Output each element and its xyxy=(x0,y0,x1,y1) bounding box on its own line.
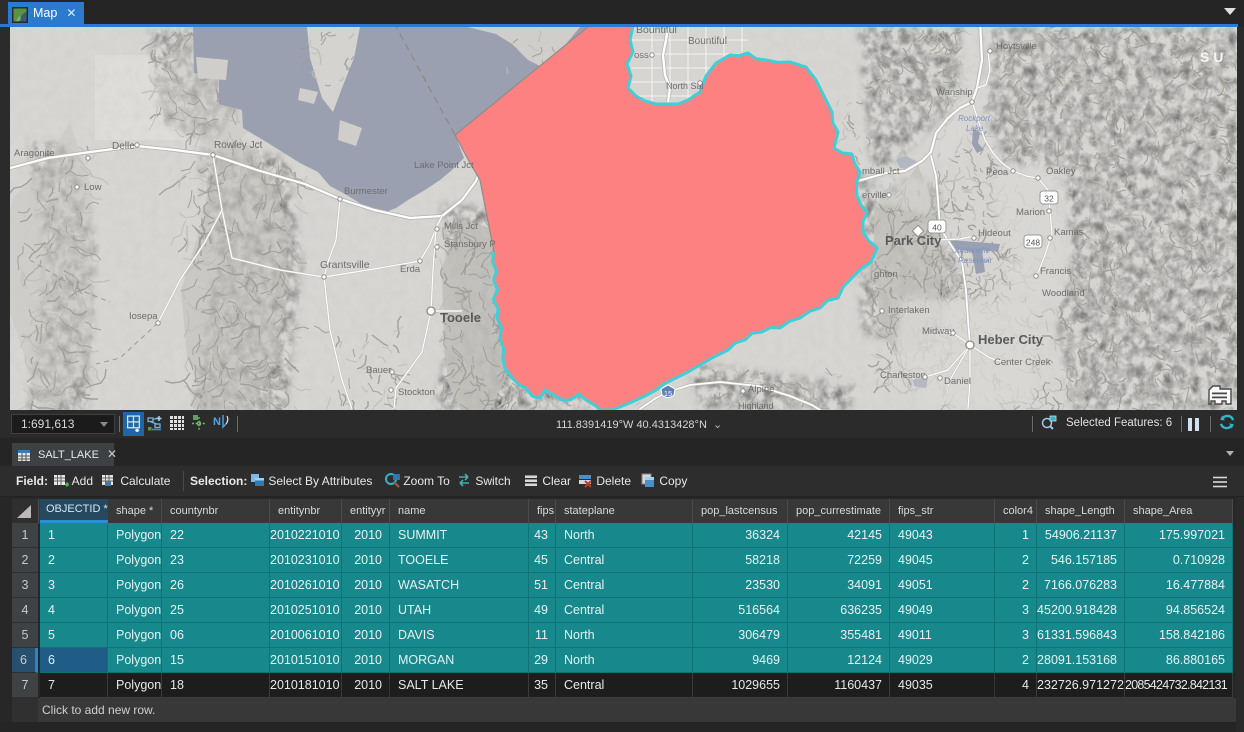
svg-text:248: 248 xyxy=(1026,238,1040,248)
svg-text:Jordanelle: Jordanelle xyxy=(952,246,990,255)
svg-text:erville: erville xyxy=(862,190,887,201)
svg-text:Tooele: Tooele xyxy=(440,310,481,325)
svg-text:Hoytsville: Hoytsville xyxy=(996,41,1037,52)
svg-text:Midway: Midway xyxy=(922,326,954,337)
svg-text:Lake: Lake xyxy=(966,124,984,133)
svg-text:Rockport: Rockport xyxy=(958,114,991,123)
svg-text:Grantsville: Grantsville xyxy=(320,259,370,271)
svg-text:Hideout: Hideout xyxy=(978,228,1011,239)
svg-text:32: 32 xyxy=(1044,194,1054,204)
svg-text:Kamas: Kamas xyxy=(1054,227,1084,238)
svg-text:mball Jct: mball Jct xyxy=(862,166,900,177)
svg-text:S U: S U xyxy=(1200,49,1223,65)
svg-text:Erda: Erda xyxy=(400,264,421,275)
svg-text:Oakley: Oakley xyxy=(1046,166,1076,177)
svg-text:Lake Point Jct: Lake Point Jct xyxy=(414,160,474,171)
svg-text:Mills Jct: Mills Jct xyxy=(444,221,478,232)
svg-text:Marion: Marion xyxy=(1016,207,1045,218)
svg-text:Reservoir: Reservoir xyxy=(958,256,993,265)
svg-text:Heber City: Heber City xyxy=(978,332,1044,347)
svg-text:Delle: Delle xyxy=(112,141,135,152)
svg-text:Center Creek: Center Creek xyxy=(994,357,1051,368)
svg-text:Burmester: Burmester xyxy=(344,186,388,197)
svg-text:Bountiful: Bountiful xyxy=(688,36,727,47)
svg-text:Bauer: Bauer xyxy=(366,365,391,376)
svg-text:Peoa: Peoa xyxy=(986,167,1009,178)
svg-text:Park City: Park City xyxy=(885,233,942,248)
svg-text:Low: Low xyxy=(84,182,102,193)
svg-text:15: 15 xyxy=(664,389,672,398)
svg-text:Iosepa: Iosepa xyxy=(129,311,158,322)
svg-text:Daniel: Daniel xyxy=(944,376,971,387)
svg-text:Woodland: Woodland xyxy=(1042,288,1085,299)
svg-text:Stockton: Stockton xyxy=(398,387,435,398)
svg-text:Highland: Highland xyxy=(738,401,774,410)
svg-text:Francis: Francis xyxy=(1040,266,1071,277)
svg-text:Interlaken: Interlaken xyxy=(888,305,930,316)
svg-text:Rowley Jct: Rowley Jct xyxy=(214,140,263,151)
svg-text:N: N xyxy=(213,416,221,428)
svg-text:Alpine: Alpine xyxy=(748,384,774,395)
svg-text:Charleston: Charleston xyxy=(880,370,926,381)
svg-text:ghton: ghton xyxy=(874,269,898,280)
svg-text:Aragonite: Aragonite xyxy=(14,148,55,159)
svg-text:Wanship: Wanship xyxy=(936,87,973,98)
svg-text:oss: oss xyxy=(634,50,649,61)
svg-text:40: 40 xyxy=(932,223,942,233)
svg-text:Bountiful: Bountiful xyxy=(636,27,677,36)
svg-text:Stansbury P: Stansbury P xyxy=(444,239,496,250)
